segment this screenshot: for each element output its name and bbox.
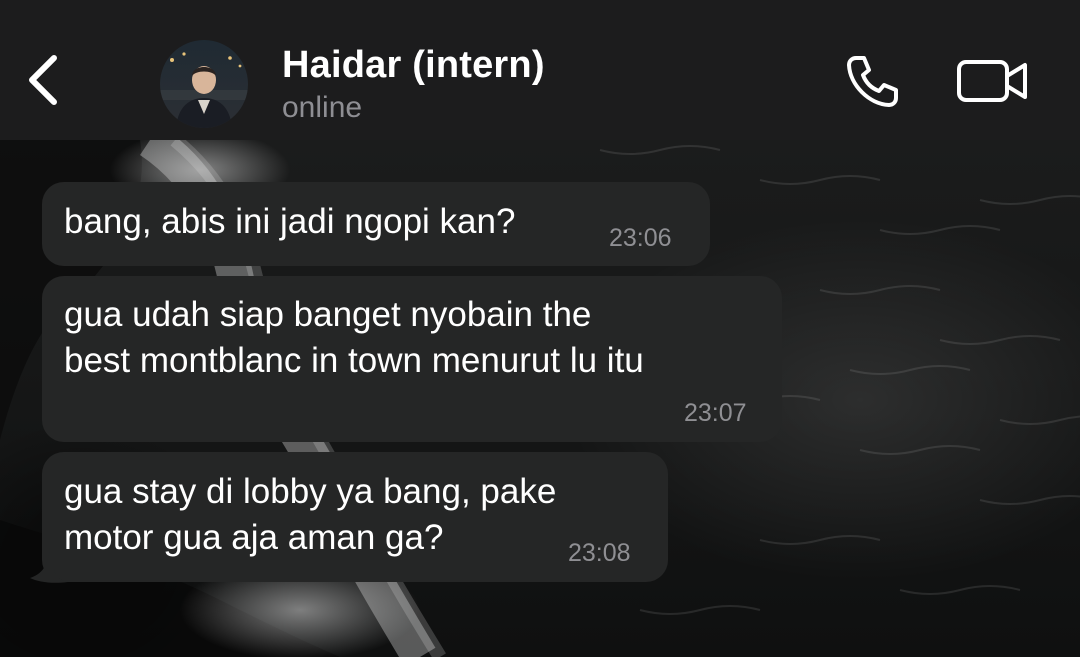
back-button[interactable] (18, 44, 70, 116)
message-time: 23:08 (568, 539, 631, 567)
chat-header: Haidar (intern) online (0, 0, 1080, 140)
chat-screen: Haidar (intern) online bang, abis ini ja… (0, 0, 1080, 657)
message-time: 23:06 (609, 224, 672, 252)
contact-status: online (282, 91, 363, 124)
avatar-image (160, 40, 248, 128)
contact-name[interactable]: Haidar (intern) (282, 44, 545, 87)
contact-avatar[interactable] (160, 40, 248, 128)
video-camera-icon (957, 60, 1027, 102)
message-bubble[interactable]: gua udah siap banget nyobain the best mo… (42, 276, 782, 442)
chevron-left-icon (29, 55, 57, 105)
voice-call-button[interactable] (842, 50, 904, 112)
video-call-button[interactable] (955, 56, 1031, 106)
message-text: gua udah siap banget nyobain the (64, 295, 592, 334)
message-bubble[interactable]: gua stay di lobby ya bang, pake motor gu… (42, 452, 668, 582)
message-bubble[interactable]: bang, abis ini jadi ngopi kan? 23:06 (42, 182, 710, 266)
bubble-tail (30, 548, 68, 583)
message-text: bang, abis ini jadi ngopi kan? (64, 202, 516, 241)
message-text: motor gua aja aman ga? (64, 518, 444, 557)
message-text: gua stay di lobby ya bang, pake (64, 472, 557, 511)
phone-icon (847, 56, 898, 107)
message-text: best montblanc in town menurut lu itu (64, 341, 644, 380)
message-time: 23:07 (684, 399, 747, 427)
